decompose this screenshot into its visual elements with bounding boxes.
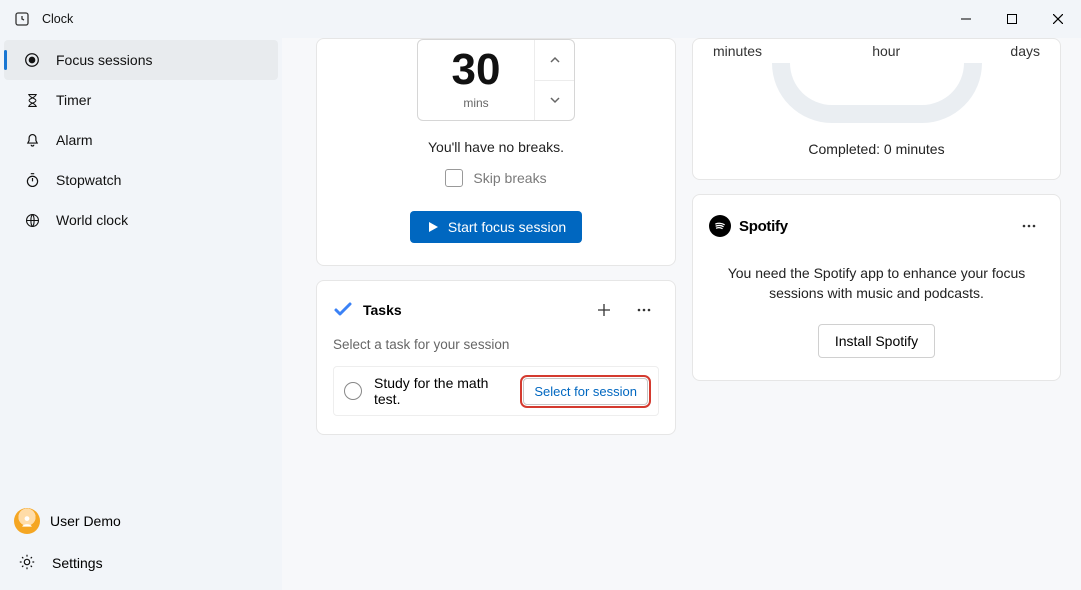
tasks-more-button[interactable] — [629, 295, 659, 325]
increase-button[interactable] — [535, 40, 574, 81]
target-icon — [22, 50, 42, 70]
breaks-info: You'll have no breaks. — [428, 139, 564, 155]
progress-label-minutes: minutes — [713, 43, 762, 59]
play-icon — [426, 220, 440, 234]
nav-focus-sessions[interactable]: Focus sessions — [4, 40, 278, 80]
user-name: User Demo — [50, 513, 121, 529]
nav-settings[interactable]: Settings — [0, 542, 282, 584]
hourglass-icon — [22, 90, 42, 110]
skip-breaks-checkbox[interactable] — [445, 169, 463, 187]
tasks-hint: Select a task for your session — [333, 337, 659, 352]
duration-unit: mins — [463, 96, 488, 110]
stopwatch-icon — [22, 170, 42, 190]
sidebar: Focus sessions Timer Alarm Stopwatch Wor… — [0, 38, 282, 590]
nav-label: Timer — [56, 92, 91, 108]
close-button[interactable] — [1035, 0, 1081, 38]
task-complete-radio[interactable] — [344, 382, 362, 400]
clock-app-icon — [14, 11, 30, 27]
spotify-card: Spotify You need the Spotify app to enha… — [692, 194, 1061, 381]
minimize-button[interactable] — [943, 0, 989, 38]
window-controls — [943, 0, 1081, 38]
task-row: Study for the math test. Select for sess… — [333, 366, 659, 416]
task-text: Study for the math test. — [374, 375, 511, 407]
select-for-session-button[interactable]: Select for session — [523, 378, 648, 405]
tasks-icon — [333, 300, 353, 320]
avatar-icon — [14, 508, 40, 534]
progress-label-days: days — [1010, 43, 1040, 59]
spotify-message: You need the Spotify app to enhance your… — [709, 263, 1044, 304]
titlebar: Clock — [0, 0, 1081, 38]
start-focus-button[interactable]: Start focus session — [410, 211, 582, 243]
settings-label: Settings — [52, 555, 103, 571]
tasks-card: Tasks Select a task for your session Stu… — [316, 280, 676, 435]
focus-session-card: 30 mins You'll have no breaks. Skip brea… — [316, 38, 676, 266]
nav-stopwatch[interactable]: Stopwatch — [4, 160, 278, 200]
nav-label: Alarm — [56, 132, 93, 148]
globe-icon — [22, 210, 42, 230]
spotify-more-button[interactable] — [1014, 211, 1044, 241]
user-account[interactable]: User Demo — [0, 500, 282, 542]
daily-progress-card: minutes hour days Completed: 0 minutes — [692, 38, 1061, 180]
progress-ring — [772, 63, 982, 123]
main-content: 30 mins You'll have no breaks. Skip brea… — [282, 38, 1081, 590]
nav-alarm[interactable]: Alarm — [4, 120, 278, 160]
duration-value: 30 — [452, 48, 501, 92]
start-label: Start focus session — [448, 219, 566, 235]
duration-picker: 30 mins — [417, 39, 575, 121]
skip-breaks-label: Skip breaks — [473, 170, 546, 186]
bell-icon — [22, 130, 42, 150]
app-title: Clock — [42, 12, 943, 26]
nav-timer[interactable]: Timer — [4, 80, 278, 120]
nav-world-clock[interactable]: World clock — [4, 200, 278, 240]
tasks-title: Tasks — [363, 302, 579, 318]
decrease-button[interactable] — [535, 81, 574, 121]
progress-label-hour: hour — [872, 43, 900, 59]
add-task-button[interactable] — [589, 295, 619, 325]
nav-label: World clock — [56, 212, 128, 228]
spotify-title: Spotify — [739, 218, 788, 235]
gear-icon — [18, 553, 38, 573]
maximize-button[interactable] — [989, 0, 1035, 38]
install-spotify-button[interactable]: Install Spotify — [818, 324, 935, 358]
completed-text: Completed: 0 minutes — [808, 141, 944, 157]
nav-label: Stopwatch — [56, 172, 121, 188]
spotify-icon — [709, 215, 731, 237]
nav-label: Focus sessions — [56, 52, 152, 68]
